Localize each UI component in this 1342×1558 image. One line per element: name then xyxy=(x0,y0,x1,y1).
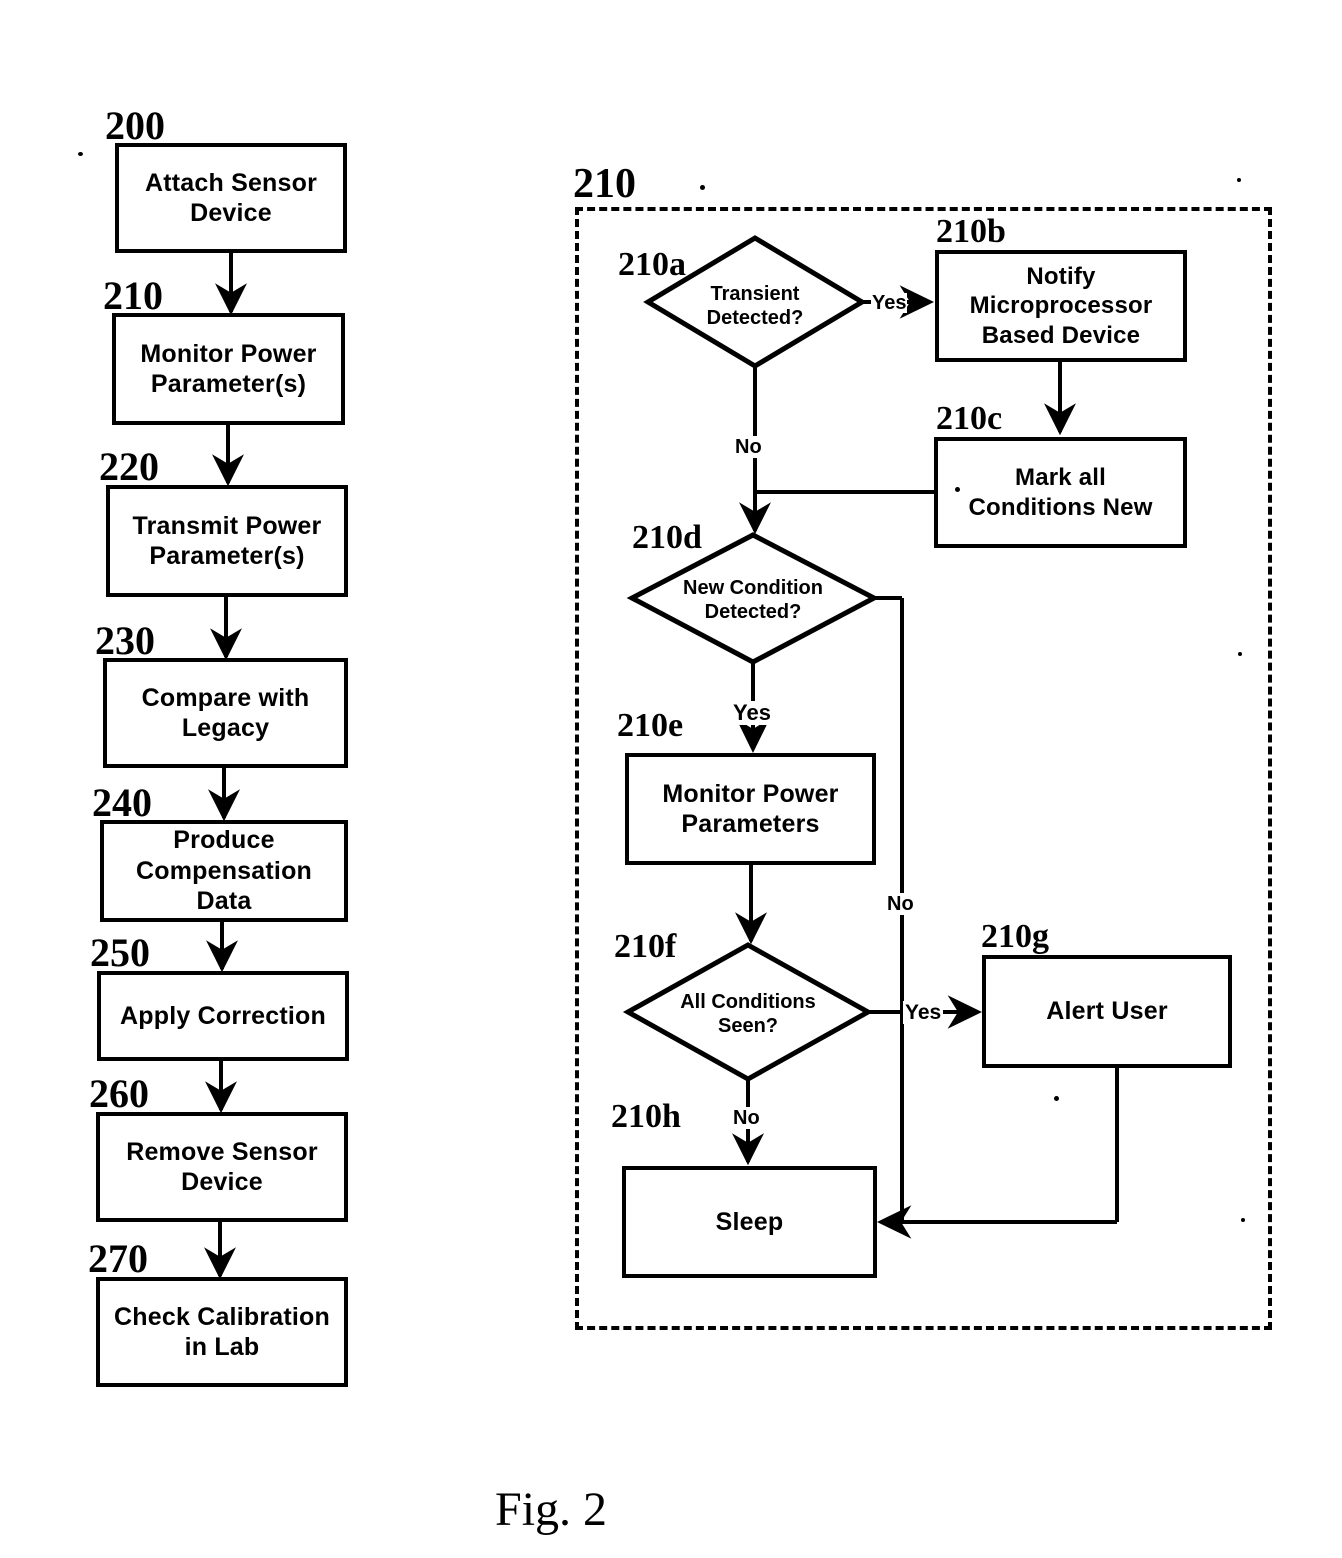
ref-label-210g: 210g xyxy=(981,918,1049,955)
edge-label-210a-yes: Yes xyxy=(871,292,908,314)
ref-label-220: 220 xyxy=(99,444,159,489)
step-box-210[interactable]: Monitor Power Parameter(s) xyxy=(112,313,345,425)
edge-label-210a-no: No xyxy=(732,436,765,458)
decision-label-210f: All Conditions Seen? xyxy=(680,991,816,1037)
decision-label-210d: New Condition Detected? xyxy=(683,577,823,623)
step-box-240[interactable]: Produce Compensation Data xyxy=(100,820,348,922)
scan-speck xyxy=(78,152,83,156)
scan-speck xyxy=(1054,1096,1059,1101)
ref-label-200: 200 xyxy=(105,103,165,148)
step-label-240: Produce Compensation Data xyxy=(135,826,313,916)
edge-label-210f-yes: Yes xyxy=(903,1001,944,1024)
ref-label-260: 260 xyxy=(89,1071,149,1116)
scan-speck xyxy=(1237,178,1241,182)
step-label-200: Attach Sensor Device xyxy=(144,168,318,228)
scan-speck xyxy=(955,487,960,492)
step-box-210e[interactable]: Monitor Power Parameters xyxy=(625,753,876,865)
step-label-250: Apply Correction xyxy=(120,1001,326,1030)
ref-label-250: 250 xyxy=(90,930,150,975)
step-label-260: Remove Sensor Device xyxy=(126,1137,318,1197)
step-box-200[interactable]: Attach Sensor Device xyxy=(115,143,347,253)
step-label-210e: Monitor Power Parameters xyxy=(662,779,839,839)
step-label-270: Check Calibration in Lab xyxy=(114,1302,330,1362)
step-box-210g[interactable]: Alert User xyxy=(982,955,1232,1068)
step-label-220: Transmit Power Parameter(s) xyxy=(132,511,322,571)
ref-label-210e: 210e xyxy=(617,707,684,744)
figure-caption: Fig. 2 xyxy=(495,1483,608,1536)
scan-speck xyxy=(700,185,705,190)
edge-label-210f-no: No xyxy=(730,1107,763,1129)
ref-label-210-left: 210 xyxy=(103,273,163,318)
edge-label-210d-no: No xyxy=(884,893,917,915)
ref-label-210c: 210c xyxy=(936,400,1003,437)
ref-label-230: 230 xyxy=(95,618,155,663)
ref-label-210d: 210d xyxy=(632,519,702,556)
step-label-210: Monitor Power Parameter(s) xyxy=(140,339,317,399)
step-box-220[interactable]: Transmit Power Parameter(s) xyxy=(106,485,348,597)
step-box-230[interactable]: Compare with Legacy xyxy=(103,658,348,768)
ref-label-270: 270 xyxy=(88,1236,148,1281)
edge-label-210d-yes: Yes xyxy=(730,701,774,725)
ref-label-210f: 210f xyxy=(614,928,677,965)
step-label-230: Compare with Legacy xyxy=(141,683,310,743)
ref-label-210h: 210h xyxy=(611,1098,681,1135)
step-box-250[interactable]: Apply Correction xyxy=(97,971,349,1061)
scan-speck xyxy=(1241,1218,1245,1222)
ref-label-240: 240 xyxy=(92,780,152,825)
step-label-210c: Mark all Conditions New xyxy=(968,464,1153,521)
ref-label-210b: 210b xyxy=(936,213,1006,250)
decision-label-210a: Transient Detected? xyxy=(706,283,804,329)
step-label-210g: Alert User xyxy=(1046,997,1168,1026)
step-box-210b[interactable]: Notify Microprocessor Based Device xyxy=(935,250,1187,362)
scan-speck xyxy=(1238,652,1242,656)
step-box-210c[interactable]: Mark all Conditions New xyxy=(934,437,1187,548)
step-label-210b: Notify Microprocessor Based Device xyxy=(969,263,1153,349)
step-box-270[interactable]: Check Calibration in Lab xyxy=(96,1277,348,1387)
ref-label-group-210: 210 xyxy=(573,161,636,207)
ref-label-210a: 210a xyxy=(618,246,686,283)
step-box-260[interactable]: Remove Sensor Device xyxy=(96,1112,348,1222)
patent-figure-page: 210b --> down to junction --> 210e --> r… xyxy=(0,0,1342,1558)
step-label-210h: Sleep xyxy=(715,1207,784,1236)
step-box-210h[interactable]: Sleep xyxy=(622,1166,877,1278)
